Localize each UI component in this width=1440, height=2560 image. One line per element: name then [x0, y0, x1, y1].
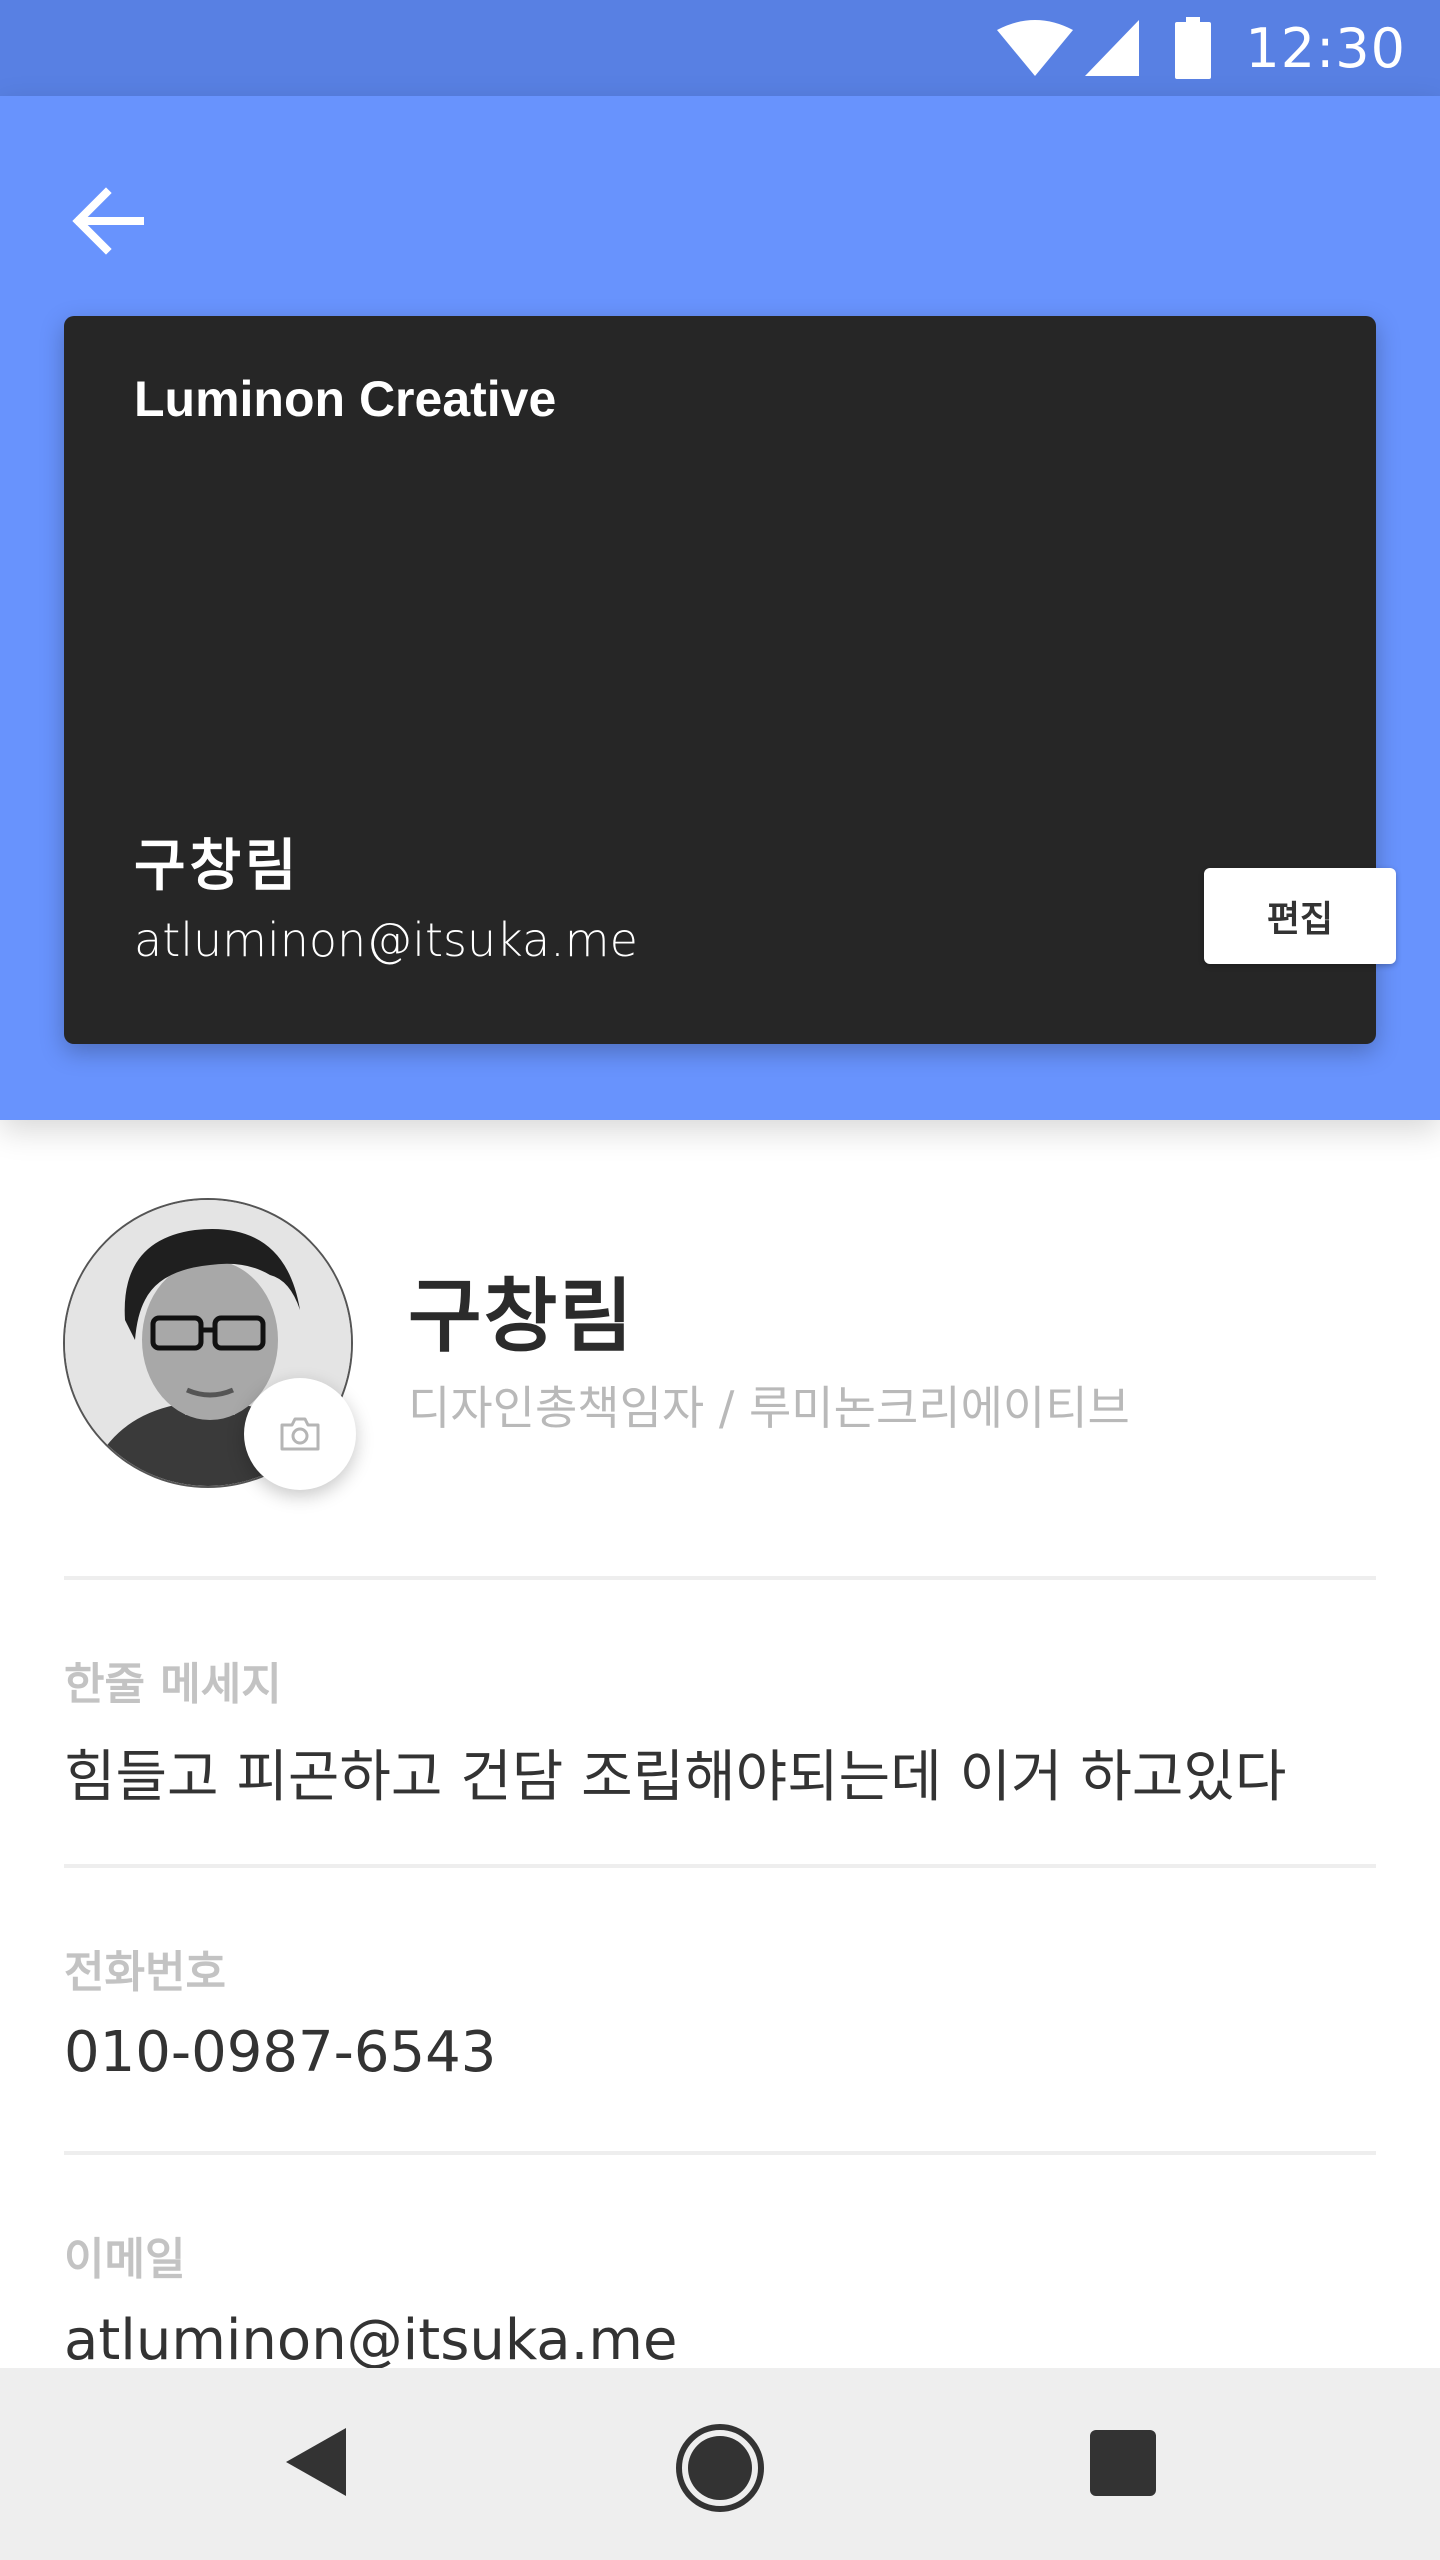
status-message-label: 한줄 메세지	[64, 1659, 282, 1710]
navigation-bar	[0, 2368, 1440, 2560]
camera-icon	[280, 1417, 320, 1451]
back-button[interactable]	[70, 181, 150, 261]
profile-header: Luminon Creative 구창림 atluminon@itsuka.me	[0, 96, 1440, 1120]
status-bar: 12:30	[0, 0, 1440, 96]
nav-back-icon[interactable]	[284, 2426, 348, 2498]
email-value: atluminon@itsuka.me	[64, 2308, 678, 2373]
profile-name: 구창림	[408, 1270, 635, 1363]
profile-role: 디자인총책임자 / 루미논크리에이티브	[408, 1381, 1130, 1435]
card-company: Luminon Creative	[134, 371, 557, 427]
card-email: atluminon@itsuka.me	[134, 913, 638, 967]
wifi-icon	[997, 20, 1074, 76]
status-time: 12:30	[1245, 16, 1406, 80]
phone-label: 전화번호	[64, 1947, 226, 1998]
nav-home-icon[interactable]	[674, 2422, 766, 2514]
phone-value: 010-0987-6543	[64, 2020, 497, 2085]
divider	[64, 1864, 1376, 1868]
cell-signal-icon	[1085, 20, 1140, 76]
business-card: Luminon Creative 구창림 atluminon@itsuka.me	[64, 316, 1376, 1044]
status-icons: 12:30	[995, 14, 1406, 82]
nav-recent-icon[interactable]	[1090, 2430, 1156, 2496]
divider	[64, 1576, 1376, 1580]
edit-button[interactable]: 편집	[1204, 868, 1396, 964]
arrow-left-icon	[72, 187, 144, 255]
divider	[64, 2151, 1376, 2155]
change-photo-button[interactable]	[244, 1378, 356, 1490]
email-label: 이메일	[64, 2234, 186, 2285]
status-message-value: 힘들고 피곤하고 건담 조립해야되는데 이거 하고있다	[64, 1745, 1287, 1810]
battery-icon	[1175, 17, 1212, 79]
card-name: 구창림	[134, 834, 301, 899]
